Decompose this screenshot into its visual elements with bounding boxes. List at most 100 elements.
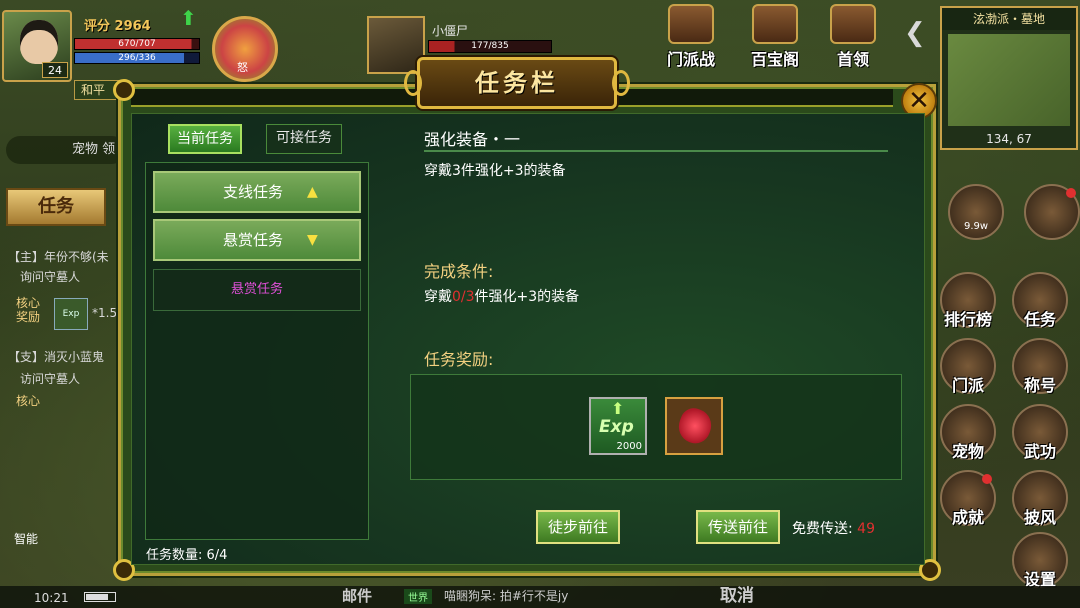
quest-tracker-item[interactable]: 【主】年份不够(未 bbox=[8, 248, 109, 265]
quest-icon[interactable]: 任务 bbox=[1012, 272, 1068, 329]
menu-label: 百宝阁 bbox=[750, 50, 799, 69]
pet-icon[interactable]: 宠物 bbox=[940, 404, 996, 461]
title-icon[interactable]: 称号 bbox=[1012, 338, 1068, 395]
tab-current-tasks[interactable]: 当前任务 bbox=[168, 124, 242, 154]
tab-available-tasks[interactable]: 可接任务 bbox=[266, 124, 342, 154]
notification-dot bbox=[982, 474, 992, 484]
player-mp-bar: 296/336 bbox=[74, 52, 200, 64]
mail-button[interactable]: 邮件 bbox=[342, 585, 372, 606]
condition-title: 完成条件: bbox=[424, 262, 494, 281]
menu-treasure-pavilion[interactable]: 百宝阁 bbox=[740, 4, 810, 69]
player-level: 24 bbox=[42, 62, 68, 78]
system-clock: 10:21 bbox=[34, 591, 69, 605]
quest-condition: 穿戴0/3件强化+3的装备 bbox=[424, 286, 579, 306]
menu-boss[interactable]: 首领 bbox=[818, 4, 888, 69]
bounty-quest-item[interactable]: 悬赏任务 bbox=[153, 269, 361, 311]
chat-message[interactable]: 喵睏狗呆: 拍#行不是jy bbox=[444, 587, 568, 604]
reward-exp-item[interactable]: ⬆ Exp 2000 bbox=[589, 397, 647, 455]
cancel-button[interactable]: 取消 bbox=[720, 581, 754, 606]
rage-label: 怒 bbox=[237, 61, 248, 74]
menu-sect-war[interactable]: 门派战 bbox=[656, 4, 726, 69]
rage-skill-icon[interactable]: 怒 bbox=[212, 16, 278, 82]
condition-suffix: 件强化+3的装备 bbox=[474, 289, 580, 305]
menu-label: 门派战 bbox=[666, 50, 715, 69]
minimap-coords: 134, 67 bbox=[986, 132, 1032, 146]
battery-icon bbox=[84, 592, 116, 602]
quest-tracker-item[interactable]: 访问守墓人 bbox=[20, 370, 80, 387]
pavilion-icon bbox=[752, 4, 798, 44]
reward-title: 任务奖励: bbox=[424, 350, 494, 369]
category-bounty-quests[interactable]: 悬赏任务 ▼ bbox=[153, 219, 361, 261]
score-up-arrow-icon: ⬆ bbox=[180, 6, 197, 30]
diamond-menu-icon[interactable] bbox=[1024, 184, 1080, 240]
settings-icon[interactable]: 设置 bbox=[1012, 532, 1068, 589]
target-name: 小僵尸 bbox=[432, 24, 469, 38]
player-portrait bbox=[20, 20, 58, 64]
icon-label: 任务 bbox=[1023, 310, 1056, 329]
quest-tracker-tab[interactable]: 任务 bbox=[6, 188, 106, 226]
icon-label: 门派 bbox=[951, 376, 984, 395]
player-hp-bar: 670/707 bbox=[74, 38, 200, 50]
corner-ornament-icon bbox=[113, 79, 135, 101]
target-hp-bar: 177/835 bbox=[428, 40, 552, 53]
power-value: 9.9w bbox=[963, 221, 989, 232]
arrow-up-icon: ⬆ bbox=[611, 399, 625, 418]
category-side-quests[interactable]: 支线任务 ▲ bbox=[153, 171, 361, 213]
martial-arts-icon[interactable]: 武功 bbox=[1012, 404, 1068, 461]
icon-label: 宠物 bbox=[951, 442, 984, 461]
menu-label: 首领 bbox=[836, 50, 869, 69]
score-label: 评分 bbox=[84, 19, 111, 34]
icon-label: 披风 bbox=[1023, 508, 1056, 527]
dialog-title-plate: 任务栏 bbox=[404, 57, 630, 109]
cloak-icon[interactable]: 披风 bbox=[1012, 470, 1068, 527]
ranking-icon[interactable]: 排行榜 bbox=[940, 272, 996, 329]
category-label: 支线任务 bbox=[223, 183, 284, 201]
free-teleport-label: 免费传送: bbox=[792, 521, 858, 537]
walk-there-button[interactable]: 徒步前往 bbox=[536, 510, 620, 544]
player-score: 评分 2964 bbox=[84, 15, 151, 34]
smart-mode-button[interactable]: 智能 bbox=[14, 530, 38, 547]
category-label: 悬赏任务 bbox=[223, 231, 284, 249]
chevron-up-icon: ▲ bbox=[307, 184, 318, 200]
exp-qty: *1.5 bbox=[92, 306, 118, 320]
quest-count: 任务数量: 6/4 bbox=[146, 548, 228, 563]
quest-tracker-item[interactable]: 【支】消灭小蓝鬼 bbox=[8, 348, 104, 365]
sect-war-icon bbox=[668, 4, 714, 44]
exp-icon: Exp bbox=[599, 417, 634, 437]
score-value: 2964 bbox=[114, 19, 151, 34]
minimap-title: 泫渤派・墓地 bbox=[942, 8, 1076, 30]
achievement-icon[interactable]: 成就 bbox=[940, 470, 996, 527]
pet-bar[interactable]: 宠物 领 bbox=[6, 136, 126, 164]
free-teleport-count: 49 bbox=[857, 521, 875, 537]
sect-icon[interactable]: 门派 bbox=[940, 338, 996, 395]
icon-label: 武功 bbox=[1023, 442, 1056, 461]
minimap-view[interactable] bbox=[948, 34, 1070, 126]
task-category-list: 支线任务 ▲ 悬赏任务 ▼ 悬赏任务 bbox=[145, 162, 369, 540]
dialog-body: 当前任务 可接任务 支线任务 ▲ 悬赏任务 ▼ 悬赏任务 任务数量: 6/4 强… bbox=[131, 113, 925, 565]
power-icon[interactable]: 9.9w bbox=[948, 184, 1004, 240]
quest-description: 穿戴3件强化+3的装备 bbox=[424, 163, 566, 179]
chevron-down-icon: ▼ bbox=[307, 232, 318, 248]
dialog-title: 任务栏 bbox=[475, 69, 559, 97]
ornament-left-icon bbox=[404, 70, 422, 96]
teleport-there-button[interactable]: 传送前往 bbox=[696, 510, 780, 544]
condition-progress: 0/3 bbox=[452, 289, 475, 305]
reward-gem-item[interactable] bbox=[665, 397, 723, 455]
reward-qty: 2000 bbox=[616, 441, 642, 452]
condition-prefix: 穿戴 bbox=[424, 289, 452, 305]
exp-mini-icon: Exp bbox=[54, 298, 88, 330]
collapse-menu-icon[interactable]: ❮ bbox=[904, 18, 926, 48]
minimap[interactable]: 泫渤派・墓地 134, 67 bbox=[940, 6, 1078, 150]
notification-dot bbox=[1066, 188, 1076, 198]
icon-label: 排行榜 bbox=[943, 310, 992, 329]
quest-tracker-item[interactable]: 询问守墓人 bbox=[20, 268, 80, 285]
icon-label: 称号 bbox=[1023, 376, 1056, 395]
title-divider bbox=[424, 150, 888, 152]
ornament-right-icon bbox=[612, 70, 630, 96]
pet-suffix: 领 bbox=[102, 142, 116, 157]
left-quest-tracker: 宠物 领 任务 【主】年份不够(未 询问守墓人 核心 奖励 Exp *1.5 【… bbox=[0, 130, 130, 420]
task-dialog: 任务栏 ✕ 当前任务 可接任务 支线任务 ▲ 悬赏任务 ▼ 悬赏任务 任务数量:… bbox=[113, 57, 941, 581]
boss-icon bbox=[830, 4, 876, 44]
pet-label: 宠物 bbox=[72, 142, 99, 157]
player-avatar[interactable]: 24 bbox=[2, 10, 72, 82]
